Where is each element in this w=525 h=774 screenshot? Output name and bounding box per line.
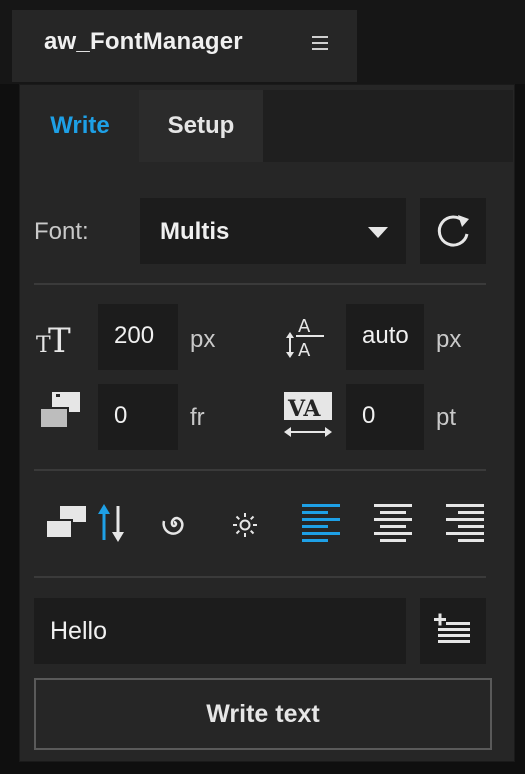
tracking-field[interactable]: 0: [346, 384, 424, 450]
align-right-icon[interactable]: [446, 504, 486, 542]
font-label: Font:: [34, 218, 89, 245]
panel-menu-icon[interactable]: [312, 36, 328, 50]
divider: [34, 283, 486, 285]
frames-unit: fr: [190, 404, 205, 431]
text-input[interactable]: [34, 598, 406, 664]
tracking-unit: pt: [436, 404, 457, 431]
spiral-icon[interactable]: [160, 510, 188, 538]
tracking-icon: VA: [284, 392, 332, 437]
tracking-value: 0: [362, 402, 376, 429]
dropdown-arrow-icon: [368, 227, 388, 238]
font-size-field[interactable]: 200: [98, 304, 178, 370]
tab-write[interactable]: Write: [21, 90, 139, 162]
add-line-button[interactable]: [420, 598, 486, 664]
align-center-icon[interactable]: [374, 504, 414, 542]
font-size-icon: T T: [36, 321, 71, 361]
refresh-icon: [437, 215, 469, 247]
text-input-field[interactable]: [34, 598, 406, 664]
leading-icon: A A: [286, 316, 324, 361]
font-value: Multis: [160, 218, 230, 245]
svg-text:VA: VA: [287, 396, 321, 422]
panel-title: aw_FontManager: [44, 28, 243, 55]
font-size-unit: px: [190, 326, 216, 353]
font-size-value: 200: [114, 322, 155, 349]
leading-value: auto: [362, 322, 409, 349]
frames-value: 0: [114, 402, 128, 429]
align-left-icon[interactable]: [302, 504, 342, 542]
sun-icon[interactable]: [232, 512, 258, 538]
svg-text:A: A: [298, 340, 311, 361]
leading-unit: px: [436, 326, 462, 353]
refresh-button[interactable]: [420, 198, 486, 264]
leading-field[interactable]: auto: [346, 304, 424, 370]
svg-text:A: A: [298, 316, 311, 337]
frames-icon: [39, 392, 80, 429]
layers-sort-button[interactable]: [44, 502, 134, 546]
font-dropdown[interactable]: Multis: [140, 198, 406, 264]
svg-text:T: T: [48, 321, 71, 361]
divider: [34, 469, 486, 471]
frames-field[interactable]: 0: [98, 384, 178, 450]
tab-setup[interactable]: Setup: [139, 90, 263, 162]
divider: [34, 576, 486, 578]
write-text-button[interactable]: Write text: [34, 678, 492, 750]
add-line-icon: [434, 613, 470, 643]
layers-sort-icon: [45, 504, 124, 542]
